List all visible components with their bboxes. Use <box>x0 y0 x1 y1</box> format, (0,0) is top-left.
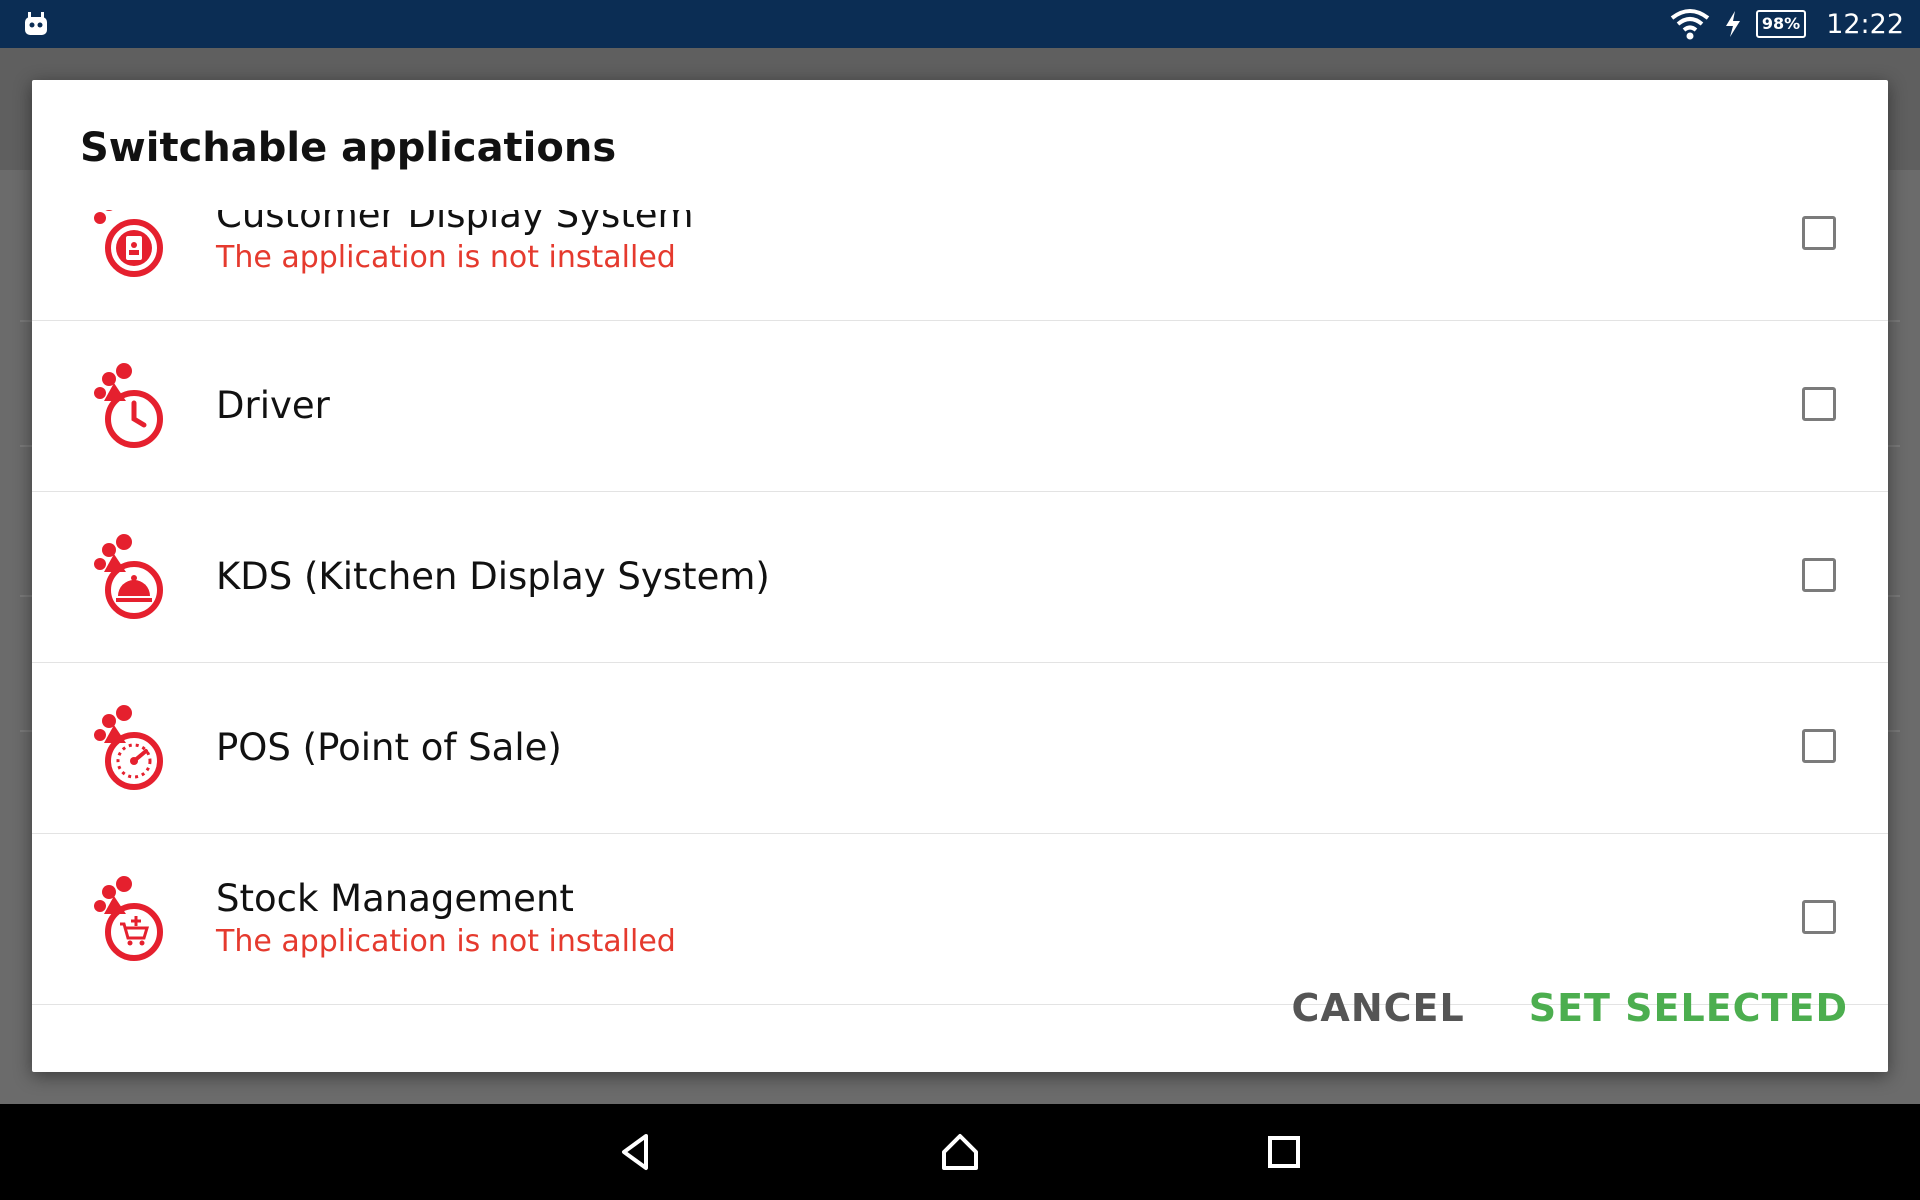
app-status: The application is not installed <box>216 924 676 959</box>
android-bot-icon <box>25 12 47 35</box>
cancel-button[interactable]: CANCEL <box>1288 978 1469 1038</box>
driver-clock-icon <box>94 363 163 448</box>
back-icon[interactable] <box>612 1128 660 1176</box>
pos-gauge-icon <box>94 705 163 790</box>
home-icon[interactable] <box>936 1128 984 1176</box>
dialog-actions: CANCEL SET SELECTED <box>1288 978 1852 1038</box>
list-item[interactable]: POS (Point of Sale) <box>32 663 1888 834</box>
dialog-title: Switchable applications <box>80 125 617 171</box>
list-item[interactable]: KDS (Kitchen Display System) <box>32 492 1888 663</box>
checkbox[interactable] <box>1802 900 1836 934</box>
battery-percent: 98% <box>1755 10 1807 38</box>
set-selected-button[interactable]: SET SELECTED <box>1525 978 1852 1038</box>
kitchen-cloche-icon <box>94 534 163 619</box>
switchable-apps-dialog: Switchable applications Customer Display… <box>32 80 1888 1072</box>
app-name: Stock Management <box>216 877 574 920</box>
checkbox[interactable] <box>1802 729 1836 763</box>
stock-cart-icon <box>94 876 163 961</box>
charging-icon <box>1725 11 1740 37</box>
battery-icon: 98% <box>1755 10 1807 38</box>
app-name: POS (Point of Sale) <box>216 726 562 769</box>
app-name: Driver <box>216 384 330 427</box>
list-item[interactable]: Driver <box>32 321 1888 492</box>
checkbox[interactable] <box>1802 387 1836 421</box>
checkbox[interactable] <box>1802 558 1836 592</box>
app-list[interactable]: Customer Display System The application … <box>32 210 1888 1022</box>
clock: 12:22 <box>1826 8 1904 40</box>
app-name: Customer Display System <box>216 210 694 236</box>
customer-display-icon <box>94 210 163 277</box>
list-item[interactable]: Customer Display System The application … <box>32 210 1888 321</box>
wifi-icon <box>1670 9 1710 40</box>
checkbox[interactable] <box>1802 216 1836 250</box>
status-bar: 98% 12:22 <box>0 0 1920 48</box>
app-status: The application is not installed <box>216 240 676 275</box>
app-name: KDS (Kitchen Display System) <box>216 555 770 598</box>
navigation-bar <box>0 1104 1920 1200</box>
recents-icon[interactable] <box>1260 1128 1308 1176</box>
